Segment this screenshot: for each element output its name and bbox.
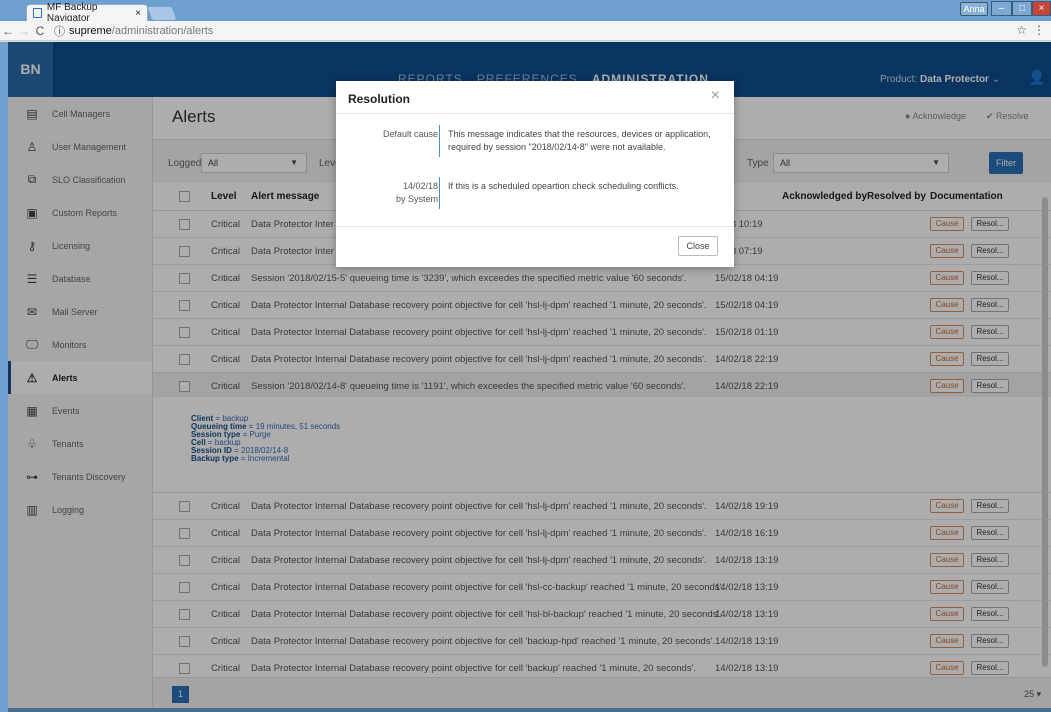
resolution-dialog: Resolution × Default cause This message … [336, 81, 734, 267]
minimize-icon[interactable]: – [991, 1, 1012, 16]
dialog-divider [336, 113, 734, 114]
forward-icon[interactable]: → [16, 24, 32, 38]
site-info-icon[interactable]: ⓘ [54, 23, 65, 39]
close-icon[interactable]: × [711, 87, 720, 105]
back-icon[interactable]: ← [0, 24, 16, 38]
profile-chip[interactable]: Anna [960, 2, 988, 16]
address-bar: ← → C ⓘ supreme/administration/alerts ☆ … [0, 21, 1051, 41]
reload-icon[interactable]: C [32, 24, 48, 38]
window-titlebar: MF Backup Navigator × Anna – □ × [0, 0, 1051, 24]
window-close-icon[interactable]: × [1032, 1, 1051, 16]
app-favicon-icon [33, 8, 42, 18]
url-field[interactable]: ⓘ supreme/administration/alerts [54, 23, 213, 39]
window-left-border [0, 42, 8, 712]
resolution-key-system: 14/02/18 by System [395, 181, 438, 204]
resolution-divider [439, 177, 440, 209]
resolution-key-default: Default cause [382, 129, 438, 139]
resolution-text-default: This message indicates that the resource… [448, 129, 711, 152]
url-path: /administration/alerts [111, 24, 214, 37]
resolution-text-system: If this is a scheduled opeartion check s… [448, 181, 679, 191]
bookmark-star-icon[interactable]: ☆ [1016, 23, 1027, 37]
browser-menu-icon[interactable]: ⋮ [1033, 23, 1045, 37]
browser-tab[interactable]: MF Backup Navigator × [26, 2, 148, 24]
close-button[interactable]: Close [678, 236, 718, 256]
url-host: supreme [69, 24, 112, 37]
resolution-divider [439, 125, 440, 157]
tab-close-icon[interactable]: × [135, 8, 141, 19]
maximize-icon[interactable]: □ [1012, 1, 1032, 16]
dialog-title: Resolution [348, 92, 410, 106]
dialog-divider [336, 226, 734, 227]
new-tab-button[interactable] [147, 7, 177, 20]
